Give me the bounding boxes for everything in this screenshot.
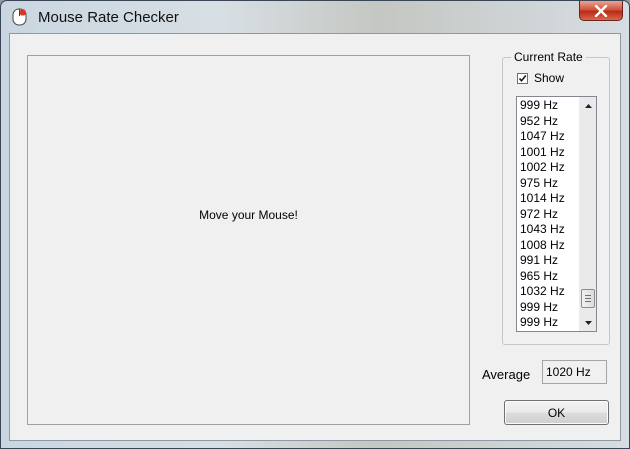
list-item[interactable]: 952 Hz [520, 114, 580, 130]
checkmark-icon [518, 74, 527, 82]
list-item[interactable]: 991 Hz [520, 253, 580, 269]
scroll-thumb[interactable] [581, 289, 595, 308]
scroll-up-button[interactable] [580, 97, 596, 114]
list-item[interactable]: 1014 Hz [520, 191, 580, 207]
rate-list: 999 Hz 952 Hz 1047 Hz 1001 Hz 1002 Hz 97… [520, 98, 580, 331]
dialog-client-area: Move your Mouse! Current Rate Show 999 H… [9, 33, 621, 441]
rate-listbox[interactable]: 999 Hz 952 Hz 1047 Hz 1001 Hz 1002 Hz 97… [516, 96, 597, 332]
grip-line [585, 298, 591, 299]
close-icon [594, 4, 608, 17]
list-item[interactable]: 1047 Hz [520, 129, 580, 145]
scroll-down-button[interactable] [580, 314, 596, 331]
show-checkbox-row[interactable]: Show [517, 71, 564, 85]
list-item[interactable]: 972 Hz [520, 207, 580, 223]
list-item[interactable]: 1008 Hz [520, 238, 580, 254]
mouse-icon [12, 8, 27, 26]
grip-line [585, 301, 591, 302]
ok-button[interactable]: OK [504, 400, 609, 425]
mouse-tracking-area[interactable]: Move your Mouse! [27, 55, 470, 425]
list-item[interactable]: 999 Hz [520, 98, 580, 114]
arrow-down-icon [584, 320, 592, 325]
list-item[interactable]: 1002 Hz [520, 160, 580, 176]
list-item[interactable]: 999 Hz [520, 315, 580, 331]
window-title: Mouse Rate Checker [38, 9, 179, 26]
show-label: Show [534, 71, 565, 85]
grip-line [585, 295, 591, 296]
list-item[interactable]: 965 Hz [520, 269, 580, 285]
average-label: Average [482, 367, 531, 382]
show-checkbox[interactable] [517, 72, 528, 84]
arrow-up-icon [584, 103, 592, 108]
list-item[interactable]: 1043 Hz [520, 222, 580, 238]
list-item[interactable]: 975 Hz [520, 176, 580, 192]
current-rate-title: Current Rate [511, 50, 586, 64]
close-button[interactable] [579, 1, 623, 21]
average-value-field: 1020 Hz [542, 360, 607, 384]
list-scrollbar[interactable] [579, 97, 596, 331]
list-item[interactable]: 1032 Hz [520, 284, 580, 300]
app-window: Mouse Rate Checker Move your Mouse! Curr… [0, 0, 630, 449]
title-bar[interactable]: Mouse Rate Checker [1, 1, 629, 34]
move-mouse-prompt: Move your Mouse! [199, 208, 298, 222]
current-rate-group: Current Rate Show 999 Hz 952 Hz 1047 Hz … [502, 50, 610, 345]
list-item[interactable]: 1001 Hz [520, 145, 580, 161]
list-item[interactable]: 999 Hz [520, 300, 580, 316]
